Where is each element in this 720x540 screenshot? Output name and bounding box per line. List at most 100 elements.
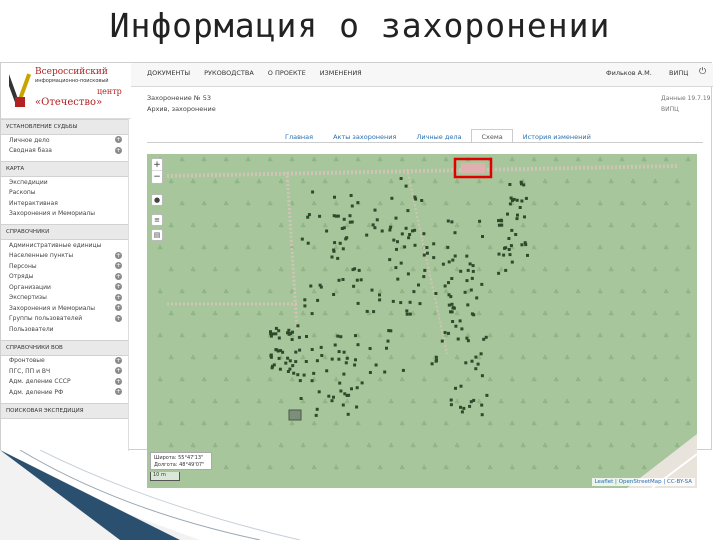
grave-marker [460, 327, 464, 331]
tab-scheme[interactable]: Схема [471, 129, 513, 143]
add-icon[interactable]: + [115, 304, 122, 311]
sidebar-item[interactable]: Фронтовые + [1, 356, 128, 367]
grave-marker [412, 290, 416, 294]
sidebar-item[interactable]: Административные единицы [1, 240, 128, 251]
grave-marker [338, 241, 342, 245]
sidebar-section-header[interactable]: Справочники ВОВ [1, 339, 128, 356]
add-icon[interactable]: + [115, 293, 122, 301]
add-icon[interactable]: + [115, 388, 122, 395]
sidebar-item[interactable]: Захоронения и Мемориалы + [1, 303, 128, 314]
add-icon[interactable]: + [115, 136, 122, 143]
tree-icon: ♣ [168, 222, 174, 230]
logout-icon[interactable]: ⏻ [699, 67, 706, 77]
grave-marker [459, 405, 462, 409]
cemetery-map[interactable]: ♣ ♣ ♣ ♣ ♣ ♣ ♣ ♣ ♣ ♣ ♣ ♣ ♣ ♣ ♣ ♣ ♣ ♣ ♣ ♣ ♣ ♣ ♣ ♣ ♣ ♣ ♣ ♣ ♣ ♣ ♣ ♣ ♣ ♣ ♣ ♣ ♣ ♣ ♣ ♣… [147, 154, 697, 488]
tree-icon: ♣ [509, 376, 515, 384]
grave-marker [310, 312, 314, 316]
tree-icon: ♣ [234, 178, 240, 186]
tab-personal-files[interactable]: Личные дела [406, 129, 471, 143]
grave-marker [506, 212, 509, 216]
nav-guides[interactable]: РУКОВОДСТВА [204, 69, 254, 77]
add-icon[interactable]: + [115, 367, 122, 374]
sidebar-item[interactable]: Адм. деление РФ + [1, 387, 128, 398]
nav-about[interactable]: О ПРОЕКТЕ [268, 69, 306, 77]
grave-marker [333, 195, 336, 199]
sidebar-item[interactable]: Группы пользователей + [1, 314, 128, 325]
tree-icon: ♣ [542, 222, 548, 230]
grave-marker [274, 332, 278, 336]
nav-documents[interactable]: ДОКУМЕНТЫ [147, 69, 190, 77]
tree-icon: ♣ [608, 442, 614, 450]
grave-marker [342, 372, 346, 376]
grave-marker [480, 413, 484, 417]
sidebar-item[interactable]: Адм. деление СССР + [1, 377, 128, 388]
tree-icon: ♣ [278, 266, 284, 274]
grave-marker [443, 284, 447, 288]
sidebar-item[interactable]: Населенные пункты + [1, 251, 128, 262]
tab-burial-acts[interactable]: Акты захоронения [323, 129, 406, 143]
user-name[interactable]: Фильков А.М. [606, 69, 652, 77]
user-org[interactable]: ВИПЦ [669, 69, 688, 77]
add-icon[interactable]: + [115, 146, 122, 154]
sidebar-item[interactable]: Личное дело + [1, 135, 128, 146]
sidebar-section-header[interactable]: Поисковая экспедиция [1, 402, 128, 419]
sidebar-item[interactable]: Экспертизы + [1, 293, 128, 304]
tree-icon: ♣ [223, 244, 229, 252]
tree-icon: ♣ [256, 310, 262, 318]
sidebar-item[interactable]: Экспедиции [1, 177, 128, 188]
grave-marker [378, 298, 382, 302]
grave-marker [485, 393, 489, 397]
map-canvas[interactable]: ♣ ♣ ♣ ♣ ♣ ♣ ♣ ♣ ♣ ♣ ♣ ♣ ♣ ♣ ♣ ♣ ♣ ♣ ♣ ♣ ♣ ♣ ♣ ♣ ♣ ♣ ♣ ♣ ♣ ♣ ♣ ♣ ♣ ♣ ♣ ♣ ♣ ♣ ♣ ♣… [147, 154, 697, 488]
tree-icon: ♣ [696, 222, 697, 230]
grave-marker [422, 253, 426, 257]
grave-marker [466, 303, 470, 307]
sidebar-item[interactable]: Персоны + [1, 261, 128, 272]
tab-main[interactable]: Главная [275, 129, 323, 143]
add-icon[interactable]: + [115, 377, 122, 385]
grave-marker [441, 262, 445, 266]
logo[interactable]: Всероссийский информационно-поисковый це… [1, 63, 131, 119]
grave-marker [476, 362, 480, 366]
sidebar-item[interactable]: Пользователи [1, 324, 128, 335]
add-icon[interactable]: + [115, 262, 122, 269]
sidebar-item[interactable]: ПГС, ПП и ВЧ + [1, 366, 128, 377]
grave-marker [450, 220, 454, 224]
grave-marker [468, 262, 472, 266]
grave-marker [432, 242, 436, 246]
grave-marker [290, 338, 294, 341]
tree-icon: ♣ [564, 398, 570, 406]
trash-icon[interactable]: ▤ [151, 229, 163, 241]
tree-icon: ♣ [553, 420, 559, 428]
tree-icon: ♣ [399, 420, 405, 428]
marker-tool-icon[interactable]: ● [151, 194, 163, 206]
grave-marker [305, 335, 308, 338]
tab-history[interactable]: История изменений [513, 129, 601, 143]
nav-changes[interactable]: ИЗМЕНЕНИЯ [320, 69, 362, 77]
sidebar-item[interactable]: Организации + [1, 282, 128, 293]
add-icon[interactable]: + [115, 314, 122, 322]
zoom-in-button[interactable]: + [152, 159, 162, 171]
tree-icon: ♣ [168, 398, 174, 406]
grave-marker [520, 199, 524, 203]
add-icon[interactable]: + [115, 251, 122, 259]
grave-marker [450, 302, 454, 306]
tree-icon: ♣ [300, 222, 306, 230]
sidebar-item[interactable]: Интерактивная [1, 198, 128, 209]
add-icon[interactable]: + [115, 272, 122, 280]
zoom-out-button[interactable]: − [152, 171, 162, 183]
tree-icon: ♣ [366, 442, 372, 450]
tree-icon: ♣ [267, 244, 273, 252]
add-icon[interactable]: + [115, 356, 122, 364]
sidebar-item[interactable]: Сводная база + [1, 146, 128, 157]
layers-icon[interactable]: ≡ [151, 214, 163, 226]
add-icon[interactable]: + [115, 283, 122, 290]
sidebar-item[interactable]: Отряды + [1, 272, 128, 283]
tree-icon: ♣ [553, 200, 559, 208]
sidebar-item[interactable]: Раскопы [1, 188, 128, 199]
sidebar-item[interactable]: Захоронения и Мемориалы [1, 209, 128, 220]
sidebar-section-header[interactable]: Карта [1, 161, 128, 177]
grave-marker [450, 277, 454, 280]
sidebar-section-header[interactable]: Справочники [1, 224, 128, 240]
sidebar-section-header[interactable]: Установление судьбы [1, 119, 128, 135]
grave-plot [288, 409, 302, 421]
